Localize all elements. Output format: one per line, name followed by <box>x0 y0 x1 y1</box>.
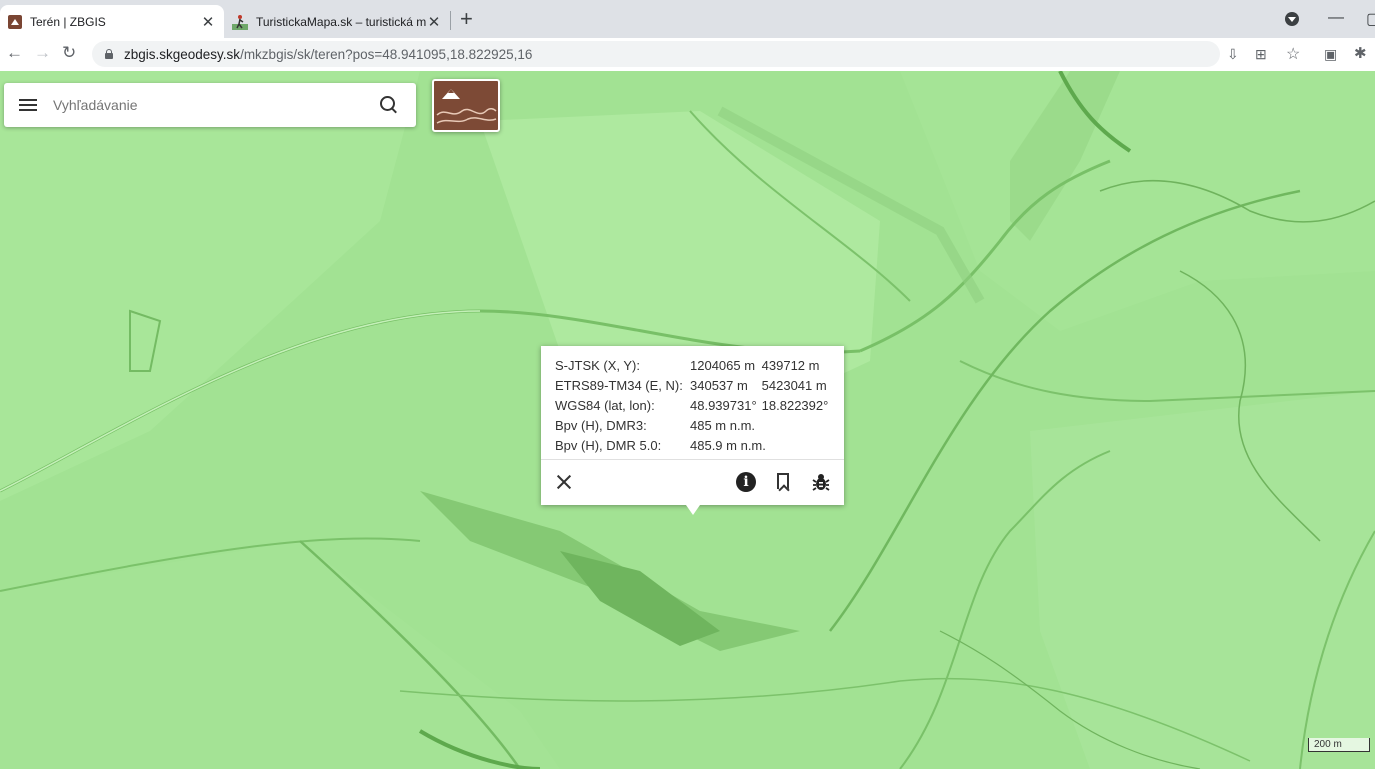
translate-icon[interactable]: ⊞ <box>1255 46 1267 63</box>
hamburger-menu-icon[interactable] <box>19 98 37 112</box>
tab-title: TuristickaMapa.sk – turistická ma <box>256 14 426 29</box>
row-label: WGS84 (lat, lon): <box>555 397 655 413</box>
mountain-terrain-icon <box>436 89 497 124</box>
profile-icon[interactable] <box>1285 12 1299 26</box>
coordinate-popup: S-JTSK (X, Y): 1204065 m 439712 m ETRS89… <box>541 346 844 515</box>
table-row: Bpv (H), DMR3: 485 m n.m. <box>555 415 833 435</box>
hiker-favicon-icon <box>232 14 248 30</box>
tab-separator <box>450 11 451 30</box>
tab-title: Terén | ZBGIS <box>30 14 106 29</box>
info-icon[interactable]: i <box>736 472 756 492</box>
lock-icon <box>104 49 114 59</box>
url-host: zbgis.skgeodesy.sk <box>124 46 241 62</box>
table-row: WGS84 (lat, lon): 48.939731° 18.822392° <box>555 395 833 415</box>
close-tab-icon[interactable]: ✕ <box>426 13 442 31</box>
row-value-1: 485.9 m n.m. <box>690 437 766 453</box>
search-bar <box>4 83 416 127</box>
url-path: /mkzbgis/sk/teren?pos=48.941095,18.82292… <box>240 46 533 62</box>
back-arrow-icon[interactable]: ← <box>6 43 23 63</box>
terrain-layer-thumbnail-button[interactable] <box>432 79 500 132</box>
map-scale-bar: 200 m <box>1308 738 1370 752</box>
row-label: Bpv (H), DMR3: <box>555 417 647 433</box>
terrain-map[interactable]: S-JTSK (X, Y): 1204065 m 439712 m ETRS89… <box>0 71 1375 769</box>
tab-turistickamapa[interactable]: TuristickaMapa.sk – turistická ma ✕ <box>224 5 450 38</box>
reload-icon[interactable]: ↻ <box>62 43 76 63</box>
row-value-2: 18.822392° <box>761 397 829 413</box>
popup-actions: i <box>541 460 844 505</box>
close-tab-icon[interactable]: ✕ <box>200 13 216 31</box>
close-popup-icon[interactable] <box>555 473 573 491</box>
table-row: S-JTSK (X, Y): 1204065 m 439712 m <box>555 355 833 375</box>
maximize-icon[interactable]: ▢ <box>1366 9 1375 29</box>
search-input[interactable] <box>51 96 375 114</box>
coordinate-table: S-JTSK (X, Y): 1204065 m 439712 m ETRS89… <box>555 355 833 455</box>
new-tab-button[interactable]: + <box>460 8 473 30</box>
minimize-icon[interactable]: — <box>1328 9 1344 27</box>
terrain-favicon-icon <box>8 14 22 29</box>
extensions-puzzle-icon[interactable]: ✱ <box>1354 44 1367 62</box>
row-value-1: 1204065 m <box>690 357 756 373</box>
browser-tab-strip: Terén | ZBGIS ✕ TuristickaMapa.sk – turi… <box>0 0 1375 38</box>
row-value-2: 5423041 m <box>761 377 827 393</box>
row-label: Bpv (H), DMR 5.0: <box>555 437 662 453</box>
address-bar[interactable]: zbgis.skgeodesy.sk/mkzbgis/sk/teren?pos=… <box>92 41 1220 67</box>
table-row: ETRS89-TM34 (E, N): 340537 m 5423041 m <box>555 375 833 395</box>
url-text: zbgis.skgeodesy.sk/mkzbgis/sk/teren?pos=… <box>124 47 532 62</box>
tab-teren-zbgis[interactable]: Terén | ZBGIS ✕ <box>0 5 224 38</box>
row-value-1: 340537 m <box>690 377 748 393</box>
row-value-2: 439712 m <box>761 357 820 373</box>
row-value-1: 485 m n.m. <box>690 417 756 433</box>
bug-report-icon[interactable] <box>812 472 830 492</box>
row-label: S-JTSK (X, Y): <box>555 357 640 373</box>
forward-arrow-icon[interactable]: → <box>34 43 51 63</box>
table-row: Bpv (H), DMR 5.0: 485.9 m n.m. <box>555 435 833 455</box>
row-value-1: 48.939731° <box>690 397 757 413</box>
search-icon[interactable] <box>379 95 399 115</box>
bookmark-star-icon[interactable]: ☆ <box>1286 44 1300 64</box>
browser-toolbar: ← → ↻ zbgis.skgeodesy.sk/mkzbgis/sk/tere… <box>0 38 1375 72</box>
extension-box-icon[interactable]: ▣ <box>1324 46 1337 63</box>
row-label: ETRS89-TM34 (E, N): <box>555 377 683 393</box>
bookmark-icon[interactable] <box>777 473 789 489</box>
install-app-icon[interactable]: ⇩ <box>1227 46 1239 63</box>
